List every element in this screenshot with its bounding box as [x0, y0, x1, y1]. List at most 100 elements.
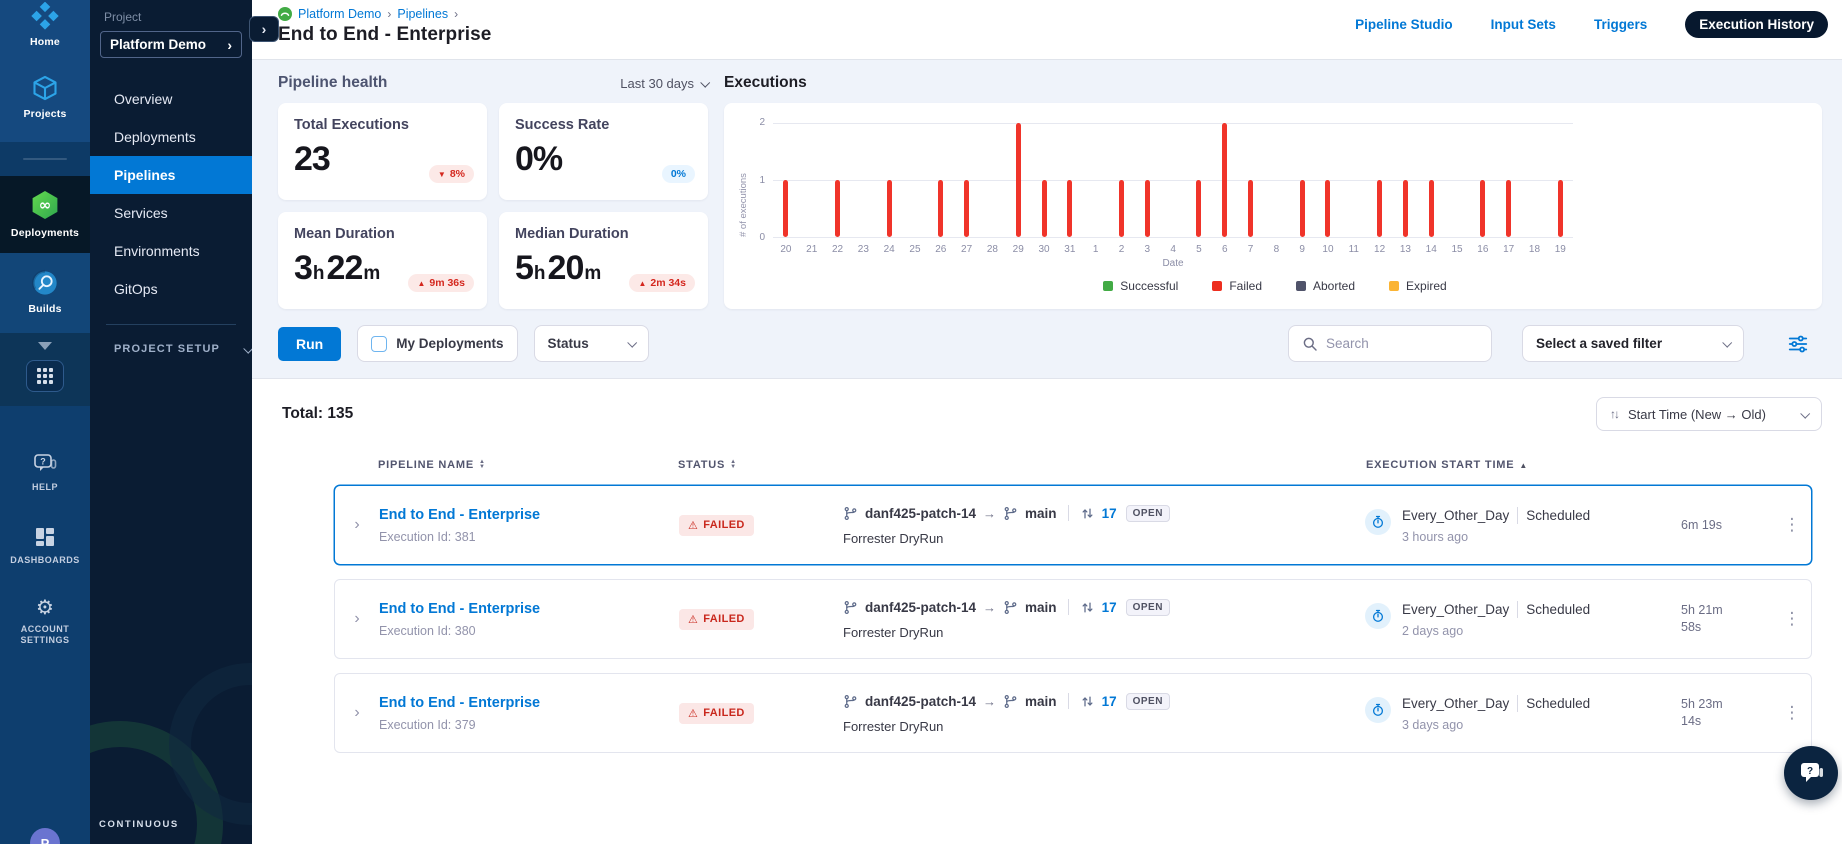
sidebar-item-account-settings[interactable]: ⚙ ACCOUNT SETTINGS — [10, 598, 80, 646]
source-branch[interactable]: danf425-patch-14 — [865, 600, 976, 615]
execution-row[interactable]: › End to End - Enterprise Execution Id: … — [334, 673, 1812, 753]
sidebar-item-deployments[interactable]: Deployments — [90, 118, 252, 156]
bar-column — [1238, 123, 1264, 237]
sidebar-collapse-button[interactable]: › — [249, 16, 279, 42]
expand-chevron-icon[interactable]: › — [335, 516, 379, 534]
execution-row[interactable]: › End to End - Enterprise Execution Id: … — [334, 579, 1812, 659]
start-time-relative: 3 days ago — [1402, 717, 1464, 732]
my-deployments-checkbox[interactable] — [371, 335, 388, 352]
target-branch[interactable]: main — [1025, 506, 1057, 521]
pull-request-icon — [1080, 694, 1095, 709]
pipeline-name-link[interactable]: End to End - Enterprise — [379, 695, 679, 711]
x-tick-label: 5 — [1196, 244, 1202, 255]
bar-column — [928, 123, 954, 237]
warning-icon: ⚠ — [688, 707, 699, 720]
saved-filter-dropdown[interactable]: Select a saved filter — [1522, 325, 1744, 362]
sidebar-item-dashboards[interactable]: DASHBOARDS — [10, 525, 80, 566]
source-branch[interactable]: danf425-patch-14 — [865, 694, 976, 709]
pr-number-link[interactable]: 17 — [1102, 694, 1117, 709]
target-branch[interactable]: main — [1025, 694, 1057, 709]
tab-input-sets[interactable]: Input Sets — [1491, 17, 1556, 32]
search-input[interactable] — [1326, 336, 1466, 351]
module-launcher-button[interactable] — [26, 360, 64, 392]
bar-column — [1496, 123, 1522, 237]
delta-badge: ▼ 8% — [428, 165, 474, 183]
pr-number-link[interactable]: 17 — [1102, 506, 1117, 521]
support-chat-button[interactable]: ? — [1784, 746, 1838, 800]
sidebar-item-overview[interactable]: Overview — [90, 80, 252, 118]
column-header-status[interactable]: STATUS ▲ ▼ — [678, 459, 842, 471]
project-selector[interactable]: Platform Demo › — [100, 31, 242, 58]
git-branch-icon — [843, 694, 858, 709]
x-tick-label: 4 — [1170, 244, 1176, 255]
row-menu-kebab-icon[interactable]: ⋮ — [1773, 609, 1811, 629]
expand-chevron-icon[interactable]: › — [335, 610, 379, 628]
pipeline-health-section: Pipeline health Last 30 days Total Execu… — [278, 72, 711, 309]
filter-panel-button[interactable] — [1786, 333, 1810, 355]
pipeline-name-link[interactable]: End to End - Enterprise — [379, 601, 679, 617]
failed-bar — [1299, 180, 1305, 237]
sidebar-item-services[interactable]: Services — [90, 194, 252, 232]
x-tick-label: 23 — [857, 244, 869, 255]
failed-bar — [1557, 180, 1563, 237]
divider — [23, 158, 67, 160]
sidebar-item-label: ACCOUNT SETTINGS — [20, 624, 70, 645]
expand-chevron-icon[interactable]: › — [335, 704, 379, 722]
breadcrumb-separator: › — [454, 7, 459, 21]
trigger-name[interactable]: Every_Other_Day — [1402, 602, 1509, 617]
duration-cell: 6m 19s — [1681, 517, 1722, 532]
source-branch[interactable]: danf425-patch-14 — [865, 506, 976, 521]
legend-expired: Expired — [1389, 279, 1447, 293]
sidebar-item-help[interactable]: ? HELP — [32, 452, 58, 493]
column-header-execution-start-time[interactable]: EXECUTION START TIME ▲ — [1352, 459, 1682, 471]
gridline — [773, 237, 1573, 238]
sidebar-item-builds[interactable]: Builds — [28, 269, 61, 315]
search-box[interactable] — [1288, 325, 1492, 362]
tab-execution-history[interactable]: Execution History — [1685, 11, 1828, 38]
run-button[interactable]: Run — [278, 326, 342, 361]
sort-dropdown[interactable]: ↑↓ Start Time (New → Old) — [1596, 397, 1822, 431]
pipeline-name-link[interactable]: End to End - Enterprise — [379, 507, 679, 523]
x-tick-label: 18 — [1528, 244, 1541, 255]
time-range-value: Last 30 days — [620, 75, 694, 91]
breadcrumb-project[interactable]: Platform Demo — [298, 7, 381, 21]
sidebar-item-label: Projects — [23, 108, 67, 120]
executions-table: PIPELINE NAME ▲ ▼ STATUS ▲ ▼ EXECUTION STA… — [334, 459, 1812, 753]
chevron-right-icon: › — [227, 36, 232, 53]
execution-row[interactable]: › End to End - Enterprise Execution Id: … — [334, 485, 1812, 565]
x-tick-label: 14 — [1425, 244, 1437, 255]
sidebar-item-projects[interactable]: Projects — [23, 74, 66, 120]
x-tick-label: 24 — [883, 244, 895, 255]
sidebar-item-gitops[interactable]: GitOps — [90, 270, 252, 308]
time-range-dropdown[interactable]: Last 30 days — [620, 75, 711, 91]
chevron-right-icon: › — [261, 21, 267, 37]
executions-title: Executions — [724, 74, 807, 91]
git-branch-icon — [843, 506, 858, 521]
status-dropdown[interactable]: Status — [533, 325, 649, 362]
divider — [1067, 599, 1069, 615]
tab-pipeline-studio[interactable]: Pipeline Studio — [1355, 17, 1453, 32]
breadcrumb-pipelines[interactable]: Pipelines — [397, 7, 448, 21]
project-setup-toggle[interactable]: PROJECT SETUP — [90, 343, 252, 355]
sidebar-item-environments[interactable]: Environments — [90, 232, 252, 270]
sidebar-item-deployments[interactable]: ∞ Deployments — [11, 189, 79, 239]
chevron-down-icon[interactable] — [38, 342, 52, 350]
target-branch[interactable]: main — [1025, 600, 1057, 615]
chat-help-icon: ? — [1797, 760, 1825, 786]
sidebar-item-home[interactable]: Home — [30, 2, 60, 48]
status-badge-failed: ⚠ FAILED — [679, 514, 754, 536]
column-header-pipeline-name[interactable]: PIPELINE NAME ▲ ▼ — [378, 459, 678, 471]
pr-number-link[interactable]: 17 — [1102, 600, 1117, 615]
pipeline-name-cell: End to End - Enterprise Execution Id: 38… — [379, 601, 679, 638]
row-menu-kebab-icon[interactable]: ⋮ — [1773, 703, 1811, 723]
tab-triggers[interactable]: Triggers — [1594, 17, 1647, 32]
sidebar-item-pipelines[interactable]: Pipelines — [90, 156, 252, 194]
trigger-name[interactable]: Every_Other_Day — [1402, 696, 1509, 711]
my-deployments-toggle[interactable]: My Deployments — [357, 325, 518, 362]
failed-bar — [1222, 123, 1228, 237]
module-sidebar-top-section: Home Projects — [0, 0, 90, 142]
trigger-cell: Every_Other_Day Scheduled 3 days ago — [1351, 694, 1681, 732]
row-menu-kebab-icon[interactable]: ⋮ — [1773, 515, 1811, 535]
trigger-name[interactable]: Every_Other_Day — [1402, 508, 1509, 523]
pull-request-icon — [1080, 506, 1095, 521]
